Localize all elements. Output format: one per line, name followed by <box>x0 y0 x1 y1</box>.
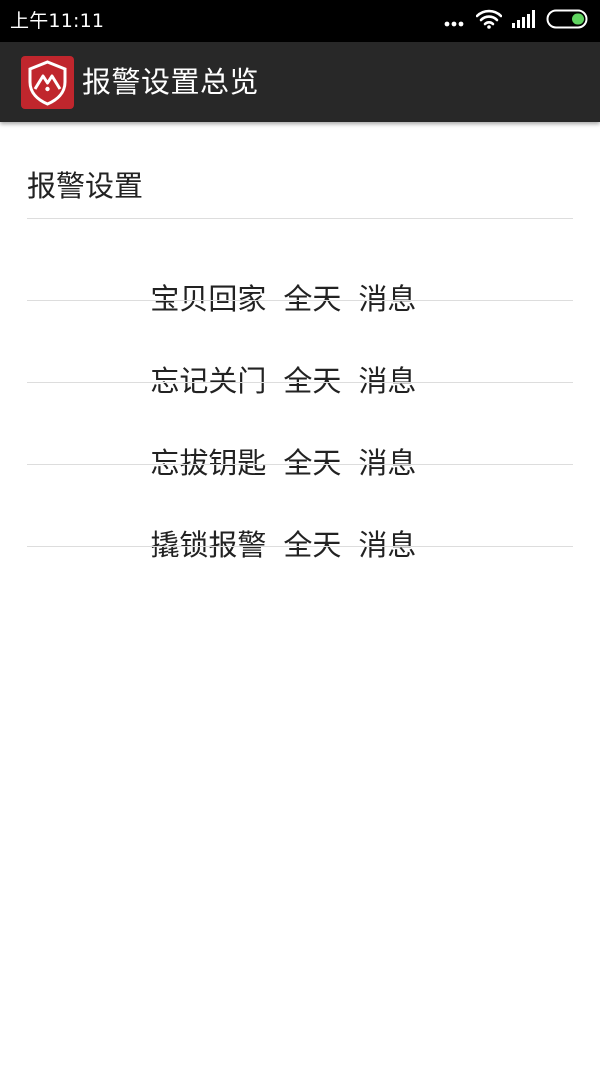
battery-icon <box>546 9 590 33</box>
status-icons <box>444 9 590 33</box>
status-bar: 上午11:11 <box>0 0 600 42</box>
wifi-icon <box>475 9 503 33</box>
app-bar: 报警设置总览 <box>0 42 600 122</box>
alarm-item-baby-home[interactable]: 宝贝回家 全天 消息 <box>27 219 573 316</box>
more-dots-icon <box>444 12 464 31</box>
signal-icon <box>512 10 536 32</box>
item-divider <box>27 546 573 547</box>
alarm-schedule: 全天 <box>283 528 342 562</box>
alarm-mode: 消息 <box>358 528 417 562</box>
alarm-item-tamper[interactable]: 撬锁报警 全天 消息 <box>27 465 573 562</box>
status-time: 上午11:11 <box>10 10 105 32</box>
page-title: 报警设置总览 <box>82 65 260 99</box>
app-logo-icon <box>21 56 74 109</box>
section-header: 报警设置 <box>27 169 144 203</box>
alarm-item-key-left[interactable]: 忘拔钥匙 全天 消息 <box>27 383 573 480</box>
alarm-name: 撬锁报警 <box>150 528 267 562</box>
alarm-item-door-open[interactable]: 忘记关门 全天 消息 <box>27 301 573 398</box>
